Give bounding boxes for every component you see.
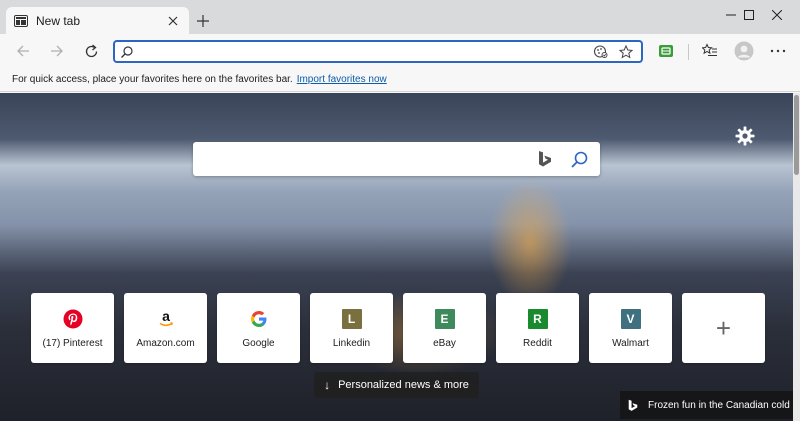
image-info-caption[interactable]: Frozen fun in the Canadian cold [620, 391, 793, 419]
image-caption-text: Frozen fun in the Canadian cold [648, 399, 790, 411]
pinterest-icon [63, 309, 83, 329]
page-scrollbar[interactable] [793, 93, 800, 421]
quick-link-linkedin[interactable]: L Linkedin [310, 293, 393, 363]
tracking-prevention-icon[interactable] [591, 43, 609, 61]
quick-link-label: eBay [433, 338, 456, 349]
quick-link-ebay[interactable]: E eBay [403, 293, 486, 363]
favorite-star-icon[interactable] [617, 43, 635, 61]
tab-title: New tab [36, 13, 81, 28]
tab-close-icon[interactable] [165, 13, 181, 29]
more-ellipsis-icon [770, 49, 786, 53]
new-tab-page-icon [14, 14, 28, 28]
arrow-down-icon: ↓ [324, 378, 331, 392]
quick-link-label: Linkedin [332, 338, 371, 349]
linkedin-icon: L [341, 309, 362, 329]
title-bar: New tab [0, 0, 800, 34]
close-window-button[interactable] [754, 0, 800, 30]
address-bar[interactable] [113, 40, 643, 63]
refresh-icon [85, 44, 97, 57]
web-search-input[interactable] [203, 151, 534, 167]
quick-link-label: Reddit [523, 338, 552, 349]
new-tab-button[interactable] [193, 11, 213, 31]
search-icon [121, 45, 133, 58]
plus-icon: + [715, 313, 732, 343]
ebay-icon: E [434, 309, 455, 329]
google-icon [249, 309, 269, 329]
web-search-box[interactable] [193, 142, 600, 176]
avatar-icon [734, 41, 754, 61]
settings-more-button[interactable] [766, 39, 790, 63]
amazon-icon: a [156, 309, 176, 329]
import-favorites-link[interactable]: Import favorites now [297, 74, 387, 85]
favorites-button[interactable] [698, 39, 722, 63]
reddit-icon: R [527, 309, 548, 329]
bing-logo-icon[interactable] [534, 148, 556, 170]
quick-link-label: Google [242, 338, 275, 349]
new-tab-background-image: (17) Pinterest a Amazon.com Google L Lin… [0, 93, 793, 421]
profile-button[interactable] [732, 39, 756, 63]
collections-icon [659, 45, 673, 57]
forward-arrow-icon [51, 45, 63, 57]
favorites-list-icon [702, 43, 717, 57]
quick-links: (17) Pinterest a Amazon.com Google L Lin… [31, 293, 765, 363]
address-input[interactable] [139, 44, 583, 59]
quick-link-google[interactable]: Google [217, 293, 300, 363]
back-arrow-icon [17, 45, 29, 57]
personalized-news-button[interactable]: ↓ Personalized news & more [314, 372, 479, 398]
forward-button[interactable] [45, 39, 69, 63]
quick-link-label: Amazon.com [136, 338, 195, 349]
personalized-news-label: Personalized news & more [338, 379, 469, 391]
quick-link-amazon[interactable]: a Amazon.com [124, 293, 207, 363]
quick-link-label: Walmart [612, 338, 649, 349]
back-button[interactable] [11, 39, 35, 63]
search-submit-icon[interactable] [568, 148, 590, 170]
add-quick-link-button[interactable]: + [682, 293, 765, 363]
walmart-icon: V [620, 309, 641, 329]
collections-button[interactable] [654, 39, 678, 63]
tab-new-tab[interactable]: New tab [6, 7, 189, 34]
scrollbar-thumb[interactable] [794, 95, 799, 175]
svg-text:a: a [162, 309, 170, 324]
favorites-bar: For quick access, place your favorites h… [0, 68, 800, 92]
refresh-button[interactable] [79, 39, 103, 63]
quick-link-walmart[interactable]: V Walmart [589, 293, 672, 363]
page-settings-gear-icon[interactable] [733, 124, 757, 148]
quick-link-reddit[interactable]: R Reddit [496, 293, 579, 363]
favorites-bar-message: For quick access, place your favorites h… [12, 74, 293, 85]
quick-link-label: (17) Pinterest [42, 338, 103, 349]
navigation-toolbar [0, 34, 800, 68]
bing-logo-icon [628, 399, 638, 412]
quick-link-pinterest[interactable]: (17) Pinterest [31, 293, 114, 363]
toolbar-separator [688, 44, 689, 60]
